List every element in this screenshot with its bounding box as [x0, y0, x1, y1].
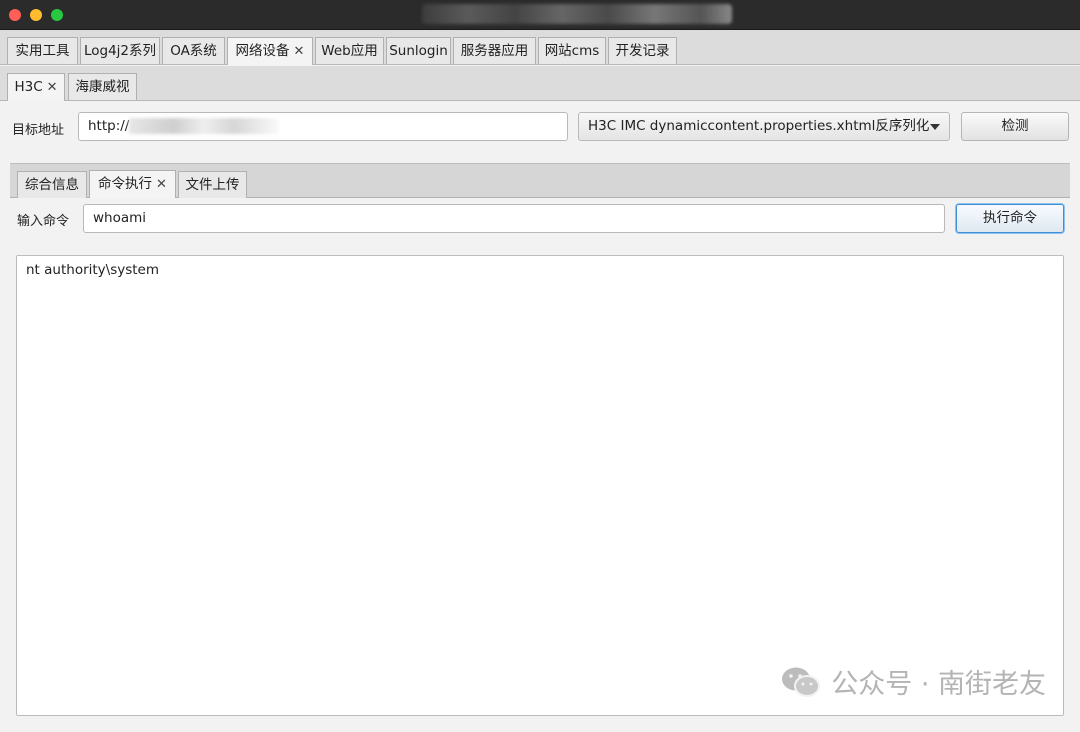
exploit-select[interactable]: H3C IMC dynamiccontent.properties.xhtml反… — [578, 112, 950, 141]
vendor-tab-bar: H3C ✕ 海康威视 — [0, 66, 1080, 101]
close-tab-icon[interactable]: ✕ — [294, 44, 305, 59]
watermark-text: 公众号 · 南街老友 — [831, 669, 1046, 700]
dropdown-arrow-icon — [930, 124, 940, 130]
command-input-text: whoami — [93, 210, 147, 226]
tab-label: 综合信息 — [25, 177, 79, 193]
tab-label: Sunlogin — [389, 43, 448, 59]
tab-label: H3C — [14, 79, 43, 95]
tab-command-exec[interactable]: 命令执行 ✕ — [89, 170, 176, 198]
target-url-input[interactable]: http:// — [78, 112, 568, 141]
tab-label: Web应用 — [321, 43, 378, 59]
tab-sunlogin[interactable]: Sunlogin — [386, 37, 451, 64]
tab-label: 实用工具 — [15, 43, 70, 59]
tab-label: 网络设备 — [235, 43, 290, 59]
target-label: 目标地址 — [12, 123, 65, 138]
tab-server-apps[interactable]: 服务器应用 — [453, 37, 536, 64]
tab-file-upload[interactable]: 文件上传 — [178, 171, 247, 198]
wechat-icon — [781, 665, 821, 706]
tab-oa-system[interactable]: OA系统 — [162, 37, 225, 64]
redacted-url — [129, 118, 280, 134]
tab-web-apps[interactable]: Web应用 — [315, 37, 384, 64]
tab-label: 服务器应用 — [460, 43, 529, 59]
tab-label: 网站cms — [544, 43, 600, 59]
command-input[interactable]: whoami — [83, 204, 945, 233]
tab-network-devices[interactable]: 网络设备 ✕ — [227, 37, 313, 65]
main-tab-bar: 实用工具 Log4j2系列 OA系统 网络设备 ✕ Web应用 Sunlogin … — [0, 30, 1080, 65]
window-title-redacted — [422, 4, 732, 24]
close-tab-icon[interactable]: ✕ — [47, 80, 58, 95]
detect-button[interactable]: 检测 — [961, 112, 1069, 141]
exploit-select-value: H3C IMC dynamiccontent.properties.xhtml反… — [588, 118, 930, 134]
close-window-button[interactable] — [9, 9, 21, 21]
command-label: 输入命令 — [17, 214, 70, 229]
tab-dev-log[interactable]: 开发记录 — [608, 37, 677, 64]
tab-utilities[interactable]: 实用工具 — [7, 37, 78, 64]
tab-label: Log4j2系列 — [83, 43, 157, 59]
app-window: 实用工具 Log4j2系列 OA系统 网络设备 ✕ Web应用 Sunlogin … — [0, 30, 1080, 732]
tab-h3c[interactable]: H3C ✕ — [7, 73, 65, 101]
tab-label: OA系统 — [170, 43, 217, 59]
output-text: nt authority\system — [26, 262, 160, 278]
window-titlebar — [0, 0, 1080, 30]
function-tab-bar: 综合信息 命令执行 ✕ 文件上传 — [10, 163, 1070, 198]
tab-label: 开发记录 — [615, 43, 670, 59]
tab-hikvision[interactable]: 海康威视 — [68, 73, 137, 100]
execute-command-button[interactable]: 执行命令 — [956, 204, 1064, 233]
tab-log4j2[interactable]: Log4j2系列 — [80, 37, 160, 64]
maximize-window-button[interactable] — [51, 9, 63, 21]
close-tab-icon[interactable]: ✕ — [156, 177, 167, 192]
minimize-window-button[interactable] — [30, 9, 42, 21]
function-panel: 综合信息 命令执行 ✕ 文件上传 输入命令 whoami 执行命令 nt auth… — [10, 163, 1070, 727]
tab-overview[interactable]: 综合信息 — [17, 171, 87, 198]
tab-label: 命令执行 — [98, 176, 153, 192]
tab-label: 海康威视 — [75, 79, 130, 95]
command-output[interactable]: nt authority\system — [16, 255, 1064, 716]
target-url-text: http:// — [88, 118, 130, 134]
tab-website-cms[interactable]: 网站cms — [538, 37, 606, 64]
watermark: 公众号 · 南街老友 — [781, 662, 1046, 706]
tab-label: 文件上传 — [185, 177, 240, 193]
